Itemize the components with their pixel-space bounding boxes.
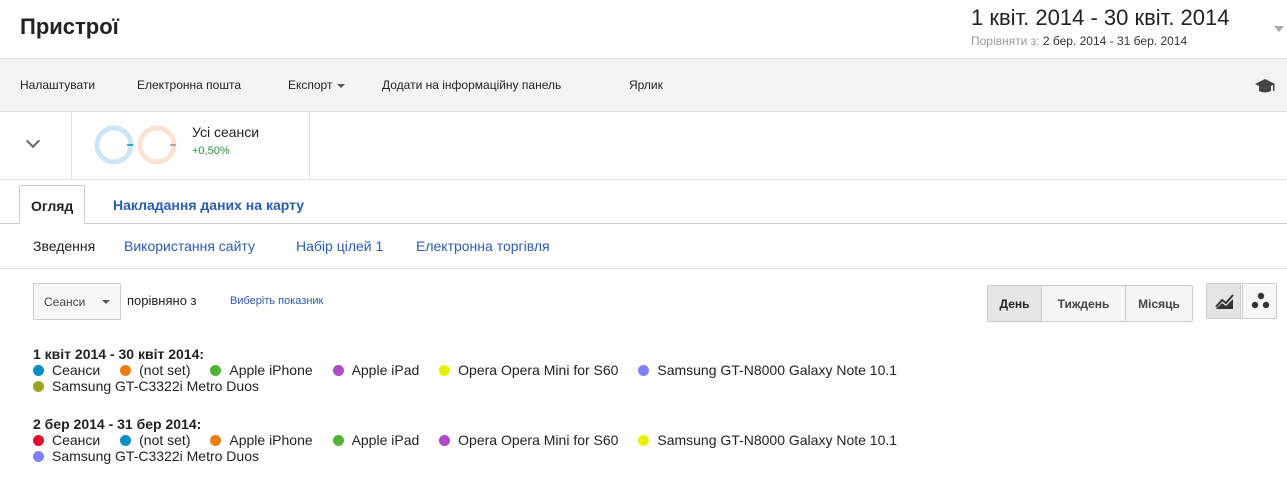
series-dot-icon (33, 451, 44, 462)
add-to-dashboard-button[interactable]: Додати на інформаційну панель (382, 78, 561, 92)
legend-item: Сеанси (33, 362, 100, 378)
series-dot-icon (33, 381, 44, 392)
legend-item: Samsung GT-N8000 Galaxy Note 10.1 (638, 362, 897, 378)
report-tabs: Огляд Накладання даних на карту (0, 180, 1287, 224)
tab-map-overlay[interactable]: Накладання даних на карту (102, 185, 315, 224)
shortcut-button[interactable]: Ярлик (629, 78, 663, 92)
caret-down-icon (337, 83, 346, 88)
legend-label: Samsung GT-N8000 Galaxy Note 10.1 (657, 362, 898, 378)
legend-label: (not set) (139, 362, 191, 378)
compared-with-label: порівняно з (127, 293, 197, 308)
legend-label: Apple iPad (351, 362, 420, 378)
legend-item: Apple iPhone (210, 362, 313, 378)
segment-all-sessions[interactable]: Усі сеанси +0,50% (72, 112, 310, 179)
legend-label: Сеанси (52, 432, 101, 448)
caret-down-icon (102, 300, 110, 304)
line-chart-icon (1215, 294, 1234, 309)
series-dot-icon (33, 435, 44, 446)
legend-label: Apple iPhone (229, 432, 313, 448)
metric-select[interactable]: Сеанси (33, 283, 121, 320)
legend-item: Samsung GT-C3322i Metro Duos (33, 378, 259, 394)
segment-name: Усі сеанси (192, 124, 260, 140)
legend-row: Сеанси (not set) Apple iPhone Apple iPad… (33, 432, 913, 448)
series-dot-icon (332, 435, 344, 446)
line-chart-view-button[interactable] (1206, 283, 1241, 319)
legend-item: Сеанси (33, 432, 100, 448)
legend-label: Opera Opera Mini for S60 (458, 362, 619, 378)
legend-label: Opera Opera Mini for S60 (458, 432, 619, 448)
compare-range: 2 бер. 2014 - 31 бер. 2014 (1042, 34, 1188, 48)
legend-period-2: 2 бер 2014 - 31 бер 2014: Сеанси (not se… (33, 416, 913, 464)
series-dot-icon (439, 365, 451, 376)
legend-label: (not set) (139, 432, 191, 448)
period-week-button[interactable]: Тиждень (1041, 285, 1126, 322)
legend-row: Samsung GT-C3322i Metro Duos (33, 448, 913, 464)
series-dot-icon (638, 435, 650, 446)
date-range-compare[interactable]: Порівняти з: 2 бер. 2014 - 31 бер. 2014 (971, 34, 1262, 48)
legend-item: Apple iPad (332, 432, 420, 448)
legend-period-1: 1 квіт 2014 - 30 квіт 2014: Сеанси (not … (33, 346, 913, 394)
legend-label: Сеанси (52, 362, 101, 378)
segment-change: +0,50% (192, 145, 230, 157)
series-dot-icon (439, 435, 451, 446)
pick-metric-link[interactable]: Виберіть показник (230, 295, 323, 307)
explorer-subnav: Зведення Використання сайту Набір цілей … (0, 224, 1287, 269)
segment-toggle[interactable] (0, 112, 72, 179)
chevron-down-icon (25, 133, 41, 149)
series-dot-icon (638, 365, 650, 376)
legend-label: Samsung GT-N8000 Galaxy Note 10.1 (657, 432, 898, 448)
series-dot-icon (210, 365, 222, 376)
legend-item: Opera Opera Mini for S60 (439, 362, 618, 378)
segment-bar: Усі сеанси +0,50% (0, 112, 1287, 180)
legend-label: Apple iPad (351, 432, 420, 448)
compare-prefix: Порівняти з: (971, 34, 1040, 48)
legend-heading: 2 бер 2014 - 31 бер 2014: (33, 416, 202, 432)
series-dot-icon (33, 365, 44, 376)
legend-item: Samsung GT-C3322i Metro Duos (33, 448, 259, 464)
subnav-goal-set[interactable]: Набір цілей 1 (296, 238, 383, 254)
report-toolbar: Налаштувати Електронна пошта Експорт Дод… (0, 58, 1287, 112)
customize-button[interactable]: Налаштувати (20, 78, 95, 92)
legend-item: Apple iPad (332, 362, 420, 378)
legend-item: Apple iPhone (210, 432, 313, 448)
legend-row: Сеанси (not set) Apple iPhone Apple iPad… (33, 362, 913, 378)
page-title: Пристрої (20, 14, 119, 39)
date-range-main[interactable]: 1 квіт. 2014 - 30 квіт. 2014 (971, 5, 1262, 31)
export-label: Експорт (288, 78, 333, 92)
period-month-button[interactable]: Місяць (1125, 285, 1193, 322)
chevron-down-icon[interactable] (1274, 26, 1284, 32)
legend-item: Opera Opera Mini for S60 (439, 432, 618, 448)
legend-item: Samsung GT-N8000 Galaxy Note 10.1 (638, 432, 897, 448)
series-dot-icon (120, 365, 132, 376)
segment-rings-icon (94, 125, 177, 165)
subnav-site-usage[interactable]: Використання сайту (124, 238, 255, 254)
legend-item: (not set) (120, 432, 190, 448)
legend-heading: 1 квіт 2014 - 30 квіт 2014: (33, 346, 205, 362)
series-dot-icon (210, 435, 222, 446)
date-range-picker[interactable]: 1 квіт. 2014 - 30 квіт. 2014 Порівняти з… (965, 2, 1268, 56)
tab-overview[interactable]: Огляд (19, 185, 86, 224)
series-dot-icon (120, 435, 132, 446)
series-dot-icon (332, 365, 344, 376)
subnav-ecommerce[interactable]: Електронна торгівля (416, 238, 550, 254)
legend-label: Samsung GT-C3322i Metro Duos (52, 378, 259, 394)
metric-select-label: Сеанси (44, 295, 86, 309)
email-button[interactable]: Електронна пошта (137, 78, 241, 92)
subnav-summary[interactable]: Зведення (33, 238, 95, 254)
motion-chart-icon (1251, 292, 1270, 309)
legend-row: Samsung GT-C3322i Metro Duos (33, 378, 913, 394)
legend-item: (not set) (120, 362, 190, 378)
export-button[interactable]: Експорт (288, 78, 346, 92)
period-day-button[interactable]: День (987, 285, 1042, 322)
graduation-cap-icon[interactable] (1254, 78, 1276, 94)
legend-label: Samsung GT-C3322i Metro Duos (52, 448, 259, 464)
legend-label: Apple iPhone (229, 362, 313, 378)
motion-chart-view-button[interactable] (1242, 283, 1277, 319)
